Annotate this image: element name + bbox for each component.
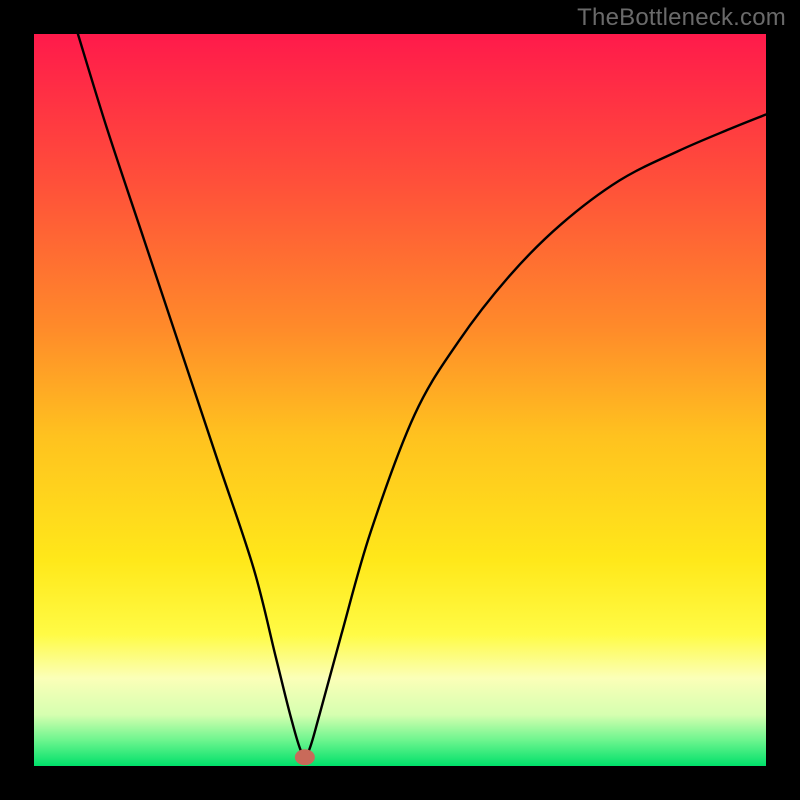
plot-background <box>34 34 766 766</box>
optimal-point-marker <box>295 749 315 765</box>
watermark-text: TheBottleneck.com <box>577 4 786 32</box>
chart-frame: { "watermark": "TheBottleneck.com", "cha… <box>0 0 800 800</box>
bottleneck-chart <box>0 0 800 800</box>
